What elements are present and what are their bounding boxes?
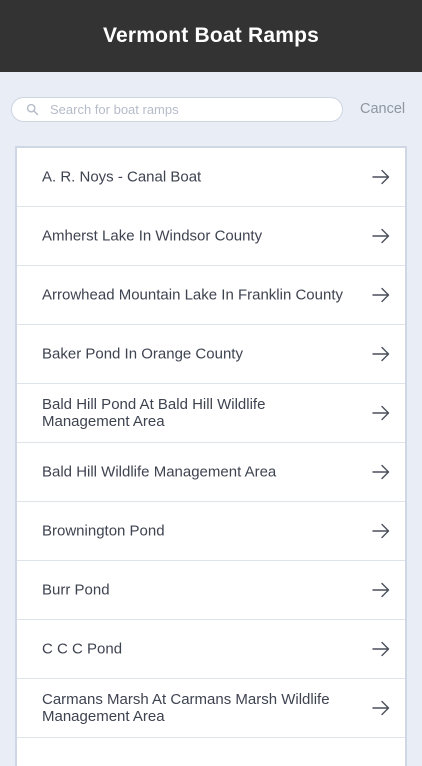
arrow-right-icon [372,346,390,362]
arrow-right-icon [372,228,390,244]
arrow-right-icon [372,582,390,598]
list-item-label: A. R. Noys - Canal Boat [42,168,202,186]
nav-bar: Vermont Boat Ramps [0,0,422,72]
list-item[interactable]: Burr Pond [17,561,405,620]
list-item-label: Carmans Marsh At Carmans Marsh Wildlife … [42,691,330,725]
cancel-button[interactable]: Cancel [360,101,405,117]
arrow-right-icon [372,287,390,303]
list-item[interactable]: Carmans Marsh At Carmans Marsh Wildlife … [17,679,405,738]
list-item-label: C C C Pond [42,640,123,658]
search-field[interactable] [11,97,343,122]
boat-ramp-list: A. R. Noys - Canal Boat Amherst Lake In W… [15,146,407,766]
arrow-right-icon [372,169,390,185]
list-item[interactable]: Brownington Pond [17,502,405,561]
list-item-label: Amherst Lake In Windsor County [42,227,263,245]
arrow-right-icon [372,641,390,657]
search-bar: Cancel [0,72,422,146]
arrow-right-icon [372,405,390,421]
list-item[interactable]: Baker Pond In Orange County [17,325,405,384]
list-item[interactable]: Bald Hill Wildlife Management Area [17,443,405,502]
list-item[interactable]: A. R. Noys - Canal Boat [17,148,405,207]
list-item[interactable]: Arrowhead Mountain Lake In Franklin Coun… [17,266,405,325]
list-item-label: Bald Hill Pond At Bald Hill Wildlife Man… [42,396,266,430]
search-input[interactable] [50,99,330,120]
search-icon [26,103,39,116]
arrow-right-icon [372,523,390,539]
arrow-right-icon [372,700,390,716]
list-item-label: Bald Hill Wildlife Management Area [42,463,277,481]
list-item-label: Arrowhead Mountain Lake In Franklin Coun… [42,286,343,304]
list-item-label: Baker Pond In Orange County [42,345,243,363]
list-item-label: Burr Pond [42,581,110,599]
list-item-label: Brownington Pond [42,522,165,540]
list-item[interactable]: Bald Hill Pond At Bald Hill Wildlife Man… [17,384,405,443]
arrow-right-icon [372,464,390,480]
list-item[interactable]: Amherst Lake In Windsor County [17,207,405,266]
list-item[interactable]: C C C Pond [17,620,405,679]
page-title: Vermont Boat Ramps [103,24,319,47]
